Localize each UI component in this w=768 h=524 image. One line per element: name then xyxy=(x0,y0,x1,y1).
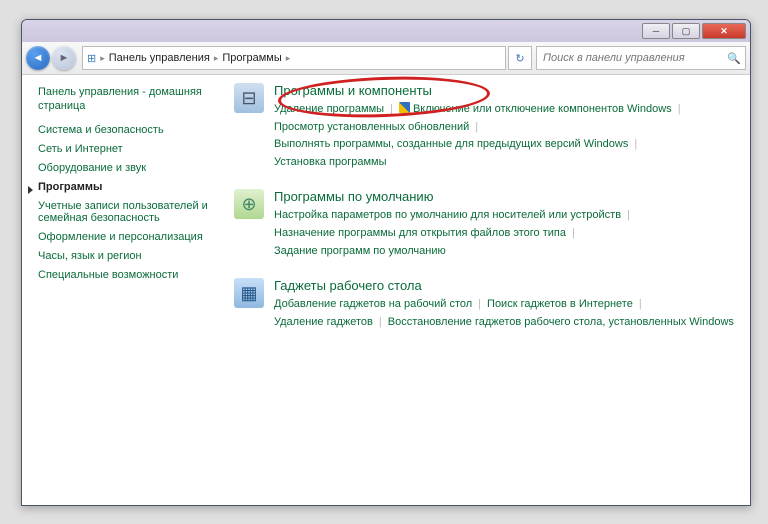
section-0: ⊟ Программы и компоненты Удаление программ… xyxy=(234,83,740,171)
sidebar-item-5[interactable]: Оформление и персонализация xyxy=(38,231,216,243)
separator: | xyxy=(627,207,630,225)
separator: | xyxy=(572,225,575,243)
search-box[interactable]: 🔍 xyxy=(536,46,746,70)
task-link[interactable]: Включение или отключение компонентов Win… xyxy=(399,101,672,119)
sidebar: Панель управления - домашняя страница Си… xyxy=(22,75,224,506)
section-1: ⊕ Программы по умолчанию Настройка парамет… xyxy=(234,189,740,260)
maximize-button[interactable]: ▢ xyxy=(672,23,700,39)
control-panel-icon: ⊞ xyxy=(87,52,96,65)
sidebar-item-1[interactable]: Сеть и Интернет xyxy=(38,143,216,155)
breadcrumb-bar[interactable]: ⊞ ▸ Панель управления ▸ Программы ▸ xyxy=(82,46,506,70)
task-link[interactable]: Настройка параметров по умолчанию для но… xyxy=(274,207,621,225)
sidebar-item-4[interactable]: Учетные записи пользователей и семейная … xyxy=(38,200,216,224)
navbar: ◄ ► ⊞ ▸ Панель управления ▸ Программы ▸ … xyxy=(22,42,750,75)
close-button[interactable]: ✕ xyxy=(702,23,746,39)
section-icon: ⊟ xyxy=(234,83,264,113)
sidebar-item-0[interactable]: Система и безопасность xyxy=(38,124,216,136)
task-link[interactable]: Поиск гаджетов в Интернете xyxy=(487,296,633,314)
task-link[interactable]: Установка программы xyxy=(274,154,387,172)
breadcrumb-item[interactable]: Панель управления xyxy=(109,52,210,64)
chevron-right-icon: ▸ xyxy=(286,53,291,64)
sidebar-home-link[interactable]: Панель управления - домашняя страница xyxy=(38,85,216,114)
section-title[interactable]: Программы по умолчанию xyxy=(274,189,740,204)
task-link[interactable]: Удаление гаджетов xyxy=(274,314,373,332)
separator: | xyxy=(478,296,481,314)
task-link[interactable]: Удаление программы xyxy=(274,101,384,119)
separator: | xyxy=(390,101,393,119)
sidebar-item-6[interactable]: Часы, язык и регион xyxy=(38,250,216,262)
task-link[interactable]: Просмотр установленных обновлений xyxy=(274,119,469,137)
separator: | xyxy=(639,296,642,314)
chevron-right-icon: ▸ xyxy=(100,53,105,64)
section-2: ▦ Гаджеты рабочего стола Добавление гаджет… xyxy=(234,278,740,331)
separator: | xyxy=(634,136,637,154)
chevron-right-icon: ▸ xyxy=(214,53,219,64)
task-link[interactable]: Выполнять программы, созданные для преды… xyxy=(274,136,628,154)
titlebar: ─ ▢ ✕ xyxy=(22,20,750,42)
separator: | xyxy=(379,314,382,332)
task-link[interactable]: Добавление гаджетов на рабочий стол xyxy=(274,296,472,314)
forward-button[interactable]: ► xyxy=(52,46,76,70)
separator: | xyxy=(678,101,681,119)
task-link[interactable]: Назначение программы для открытия файлов… xyxy=(274,225,566,243)
sidebar-item-2[interactable]: Оборудование и звук xyxy=(38,162,216,174)
back-button[interactable]: ◄ xyxy=(26,46,50,70)
search-icon: 🔍 xyxy=(727,52,741,65)
shield-icon xyxy=(399,102,410,113)
section-icon: ▦ xyxy=(234,278,264,308)
main-content: ⊟ Программы и компоненты Удаление программ… xyxy=(224,75,750,506)
sidebar-item-7[interactable]: Специальные возможности xyxy=(38,269,216,281)
task-link[interactable]: Задание программ по умолчанию xyxy=(274,243,446,261)
sidebar-item-3[interactable]: Программы xyxy=(38,181,216,193)
task-link[interactable]: Восстановление гаджетов рабочего стола, … xyxy=(388,314,734,332)
section-title[interactable]: Гаджеты рабочего стола xyxy=(274,278,740,293)
minimize-button[interactable]: ─ xyxy=(642,23,670,39)
section-title[interactable]: Программы и компоненты xyxy=(274,83,740,98)
control-panel-window: ─ ▢ ✕ ◄ ► ⊞ ▸ Панель управления ▸ Програ… xyxy=(21,19,751,506)
section-icon: ⊕ xyxy=(234,189,264,219)
refresh-button[interactable]: ↻ xyxy=(508,46,532,70)
search-input[interactable] xyxy=(537,52,745,64)
breadcrumb-item[interactable]: Программы xyxy=(222,52,281,64)
separator: | xyxy=(475,119,478,137)
